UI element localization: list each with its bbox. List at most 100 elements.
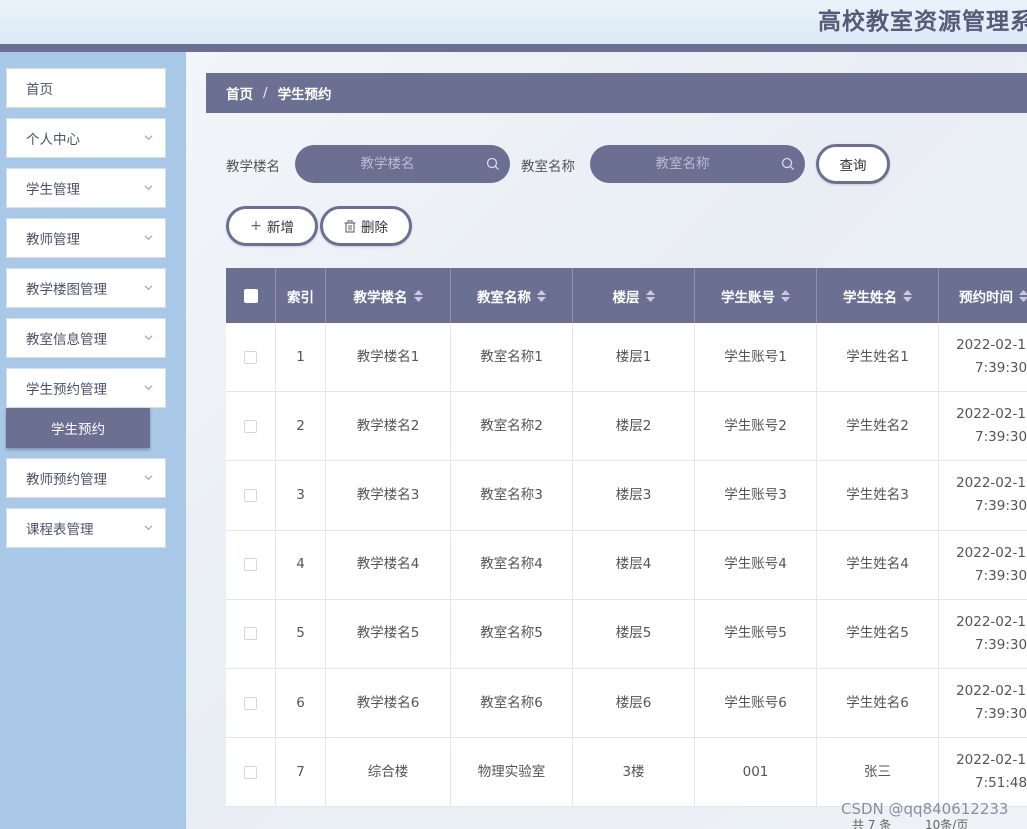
row-checkbox[interactable]: [244, 765, 257, 779]
cell-index: 7: [276, 738, 326, 807]
sidebar-item-profile[interactable]: 个人中心: [6, 118, 166, 158]
cell-time: 2022-02-1 7:39:30: [939, 600, 1027, 669]
site-title: 高校教室资源管理系: [818, 9, 1027, 35]
search-icon[interactable]: [781, 157, 795, 171]
column-header-label: 学生姓名: [843, 289, 897, 306]
cell-building: 教学楼名2: [326, 392, 451, 462]
sidebar-item-buildings[interactable]: 教学楼图管理: [6, 268, 166, 308]
cell-time: 2022-02-1 7:51:48: [939, 738, 1027, 807]
table-row: 5 教学楼名5 教室名称5 楼层5 学生账号5 学生姓名5 2022-02-1 7:39:30: [226, 599, 1027, 669]
sidebar-item-teacher-reservations[interactable]: 教师预约管理: [6, 458, 166, 498]
add-button[interactable]: + 新增: [226, 206, 318, 246]
cell-time: 2022-02-1 7:39:30: [939, 461, 1027, 531]
reservation-date: 2022-02-1: [956, 406, 1026, 423]
cell-name: 张三: [817, 738, 939, 807]
chevron-down-icon: [144, 385, 153, 391]
cell-account: 学生账号3: [695, 461, 817, 531]
table-header-row: 索引 教学楼名 教室名称 楼层 学生账号 学生姓名 预约时间: [226, 268, 1027, 323]
reservation-date: 2022-02-1: [956, 337, 1026, 354]
column-header-account[interactable]: 学生账号: [695, 268, 817, 323]
column-header-floor[interactable]: 楼层: [573, 268, 695, 323]
row-checkbox[interactable]: [244, 627, 257, 641]
building-search-input[interactable]: [295, 145, 510, 183]
reservation-date: 2022-02-1: [956, 544, 1026, 561]
cell-account: 学生账号6: [695, 669, 817, 739]
trash-icon: [344, 219, 356, 233]
sidebar-item-label: 教师预约管理: [26, 472, 107, 488]
column-header-building[interactable]: 教学楼名: [326, 268, 451, 323]
table-row: 2 教学楼名2 教室名称2 楼层2 学生账号2 学生姓名2 2022-02-1 7:39:30: [226, 392, 1027, 462]
reservation-clock: 7:39:30: [975, 429, 1027, 446]
cell-account: 学生账号5: [695, 599, 817, 669]
reservation-clock: 7:51:48: [975, 775, 1027, 792]
cell-floor: 楼层5: [573, 599, 695, 669]
cell-name: 学生姓名5: [817, 599, 939, 669]
cell-time: 2022-02-1 7:39:30: [939, 392, 1027, 462]
sidebar-item-student-reservations[interactable]: 学生预约管理: [6, 368, 166, 408]
classroom-search-box: [590, 145, 805, 183]
sort-icon[interactable]: [645, 289, 655, 302]
pager-total: 共 7 条: [852, 818, 892, 829]
search-icon[interactable]: [486, 157, 500, 171]
column-header-time[interactable]: 预约时间: [939, 268, 1027, 323]
row-checkbox[interactable]: [244, 350, 257, 364]
reservation-date: 2022-02-1: [956, 475, 1026, 492]
building-search-label: 教学楼名: [226, 159, 280, 175]
row-checkbox[interactable]: [244, 419, 257, 433]
sidebar-item-teachers[interactable]: 教师管理: [6, 218, 166, 258]
row-select-cell: [226, 323, 276, 393]
table-row: 6 教学楼名6 教室名称6 楼层6 学生账号6 学生姓名6 2022-02-1 7:39:30: [226, 669, 1027, 739]
sort-icon[interactable]: [903, 289, 912, 302]
cell-classroom: 教室名称1: [451, 323, 573, 393]
sort-icon[interactable]: [413, 289, 423, 302]
sidebar-item-classrooms[interactable]: 教室信息管理: [6, 318, 166, 358]
cell-floor: 楼层3: [573, 461, 695, 531]
sidebar: 首页个人中心学生管理教师管理教学楼图管理 教室信息管理学生预约管理教师预约管理课程…: [0, 52, 186, 829]
row-select-cell: [226, 738, 276, 807]
classroom-search-input[interactable]: [590, 145, 805, 183]
reservation-table: 索引 教学楼名 教室名称 楼层 学生账号 学生姓名 预约时间 1 教学楼名1 教室名称1 楼层1 学…: [226, 268, 1027, 807]
cell-index: 1: [276, 323, 326, 393]
pager-size[interactable]: 10条/页: [925, 816, 968, 829]
sort-icon[interactable]: [537, 289, 546, 302]
delete-button[interactable]: 删除: [320, 206, 412, 246]
reservation-clock: 7:39:30: [975, 360, 1027, 377]
sidebar-subitem-student-reservation[interactable]: 学生预约: [6, 408, 150, 448]
column-header-classroom[interactable]: 教室名称: [451, 268, 573, 323]
row-checkbox[interactable]: [244, 696, 257, 710]
sort-icon[interactable]: [781, 289, 790, 302]
cell-floor: 3楼: [573, 738, 695, 807]
sidebar-item-label: 首页: [26, 82, 53, 98]
reservation-date: 2022-02-1: [956, 683, 1026, 700]
breadcrumb-home[interactable]: 首页: [226, 83, 253, 103]
chevron-down-icon: [144, 475, 153, 481]
column-header-name[interactable]: 学生姓名: [817, 268, 939, 323]
query-button[interactable]: 查询: [816, 144, 890, 184]
sort-icon[interactable]: [1019, 289, 1027, 302]
sidebar-item-label: 教室信息管理: [26, 332, 107, 348]
sidebar-item-label: 教学楼图管理: [26, 282, 107, 298]
cell-classroom: 教室名称4: [451, 530, 573, 600]
column-header-index: 索引: [276, 268, 326, 323]
row-checkbox[interactable]: [244, 558, 257, 572]
cell-building: 综合楼: [326, 738, 451, 807]
cell-floor: 楼层1: [573, 323, 695, 393]
sidebar-item-home[interactable]: 首页: [6, 68, 166, 108]
cell-building: 教学楼名5: [326, 599, 451, 669]
breadcrumb: 首页 / 学生预约: [206, 73, 1027, 113]
row-checkbox[interactable]: [244, 488, 257, 502]
sidebar-item-label: 个人中心: [26, 132, 80, 148]
row-select-cell: [226, 461, 276, 531]
sidebar-item-students[interactable]: 学生管理: [6, 168, 166, 208]
top-stripe: [0, 44, 1027, 52]
cell-classroom: 教室名称5: [451, 599, 573, 669]
cell-index: 4: [276, 530, 326, 600]
plus-icon: +: [250, 218, 262, 234]
header-select-all: [226, 268, 276, 323]
row-select-cell: [226, 392, 276, 462]
chevron-down-icon: [144, 235, 153, 241]
select-all-checkbox[interactable]: [243, 288, 258, 303]
cell-classroom: 教室名称6: [451, 669, 573, 739]
reservation-clock: 7:39:30: [975, 636, 1027, 653]
sidebar-item-schedule[interactable]: 课程表管理: [6, 508, 166, 548]
